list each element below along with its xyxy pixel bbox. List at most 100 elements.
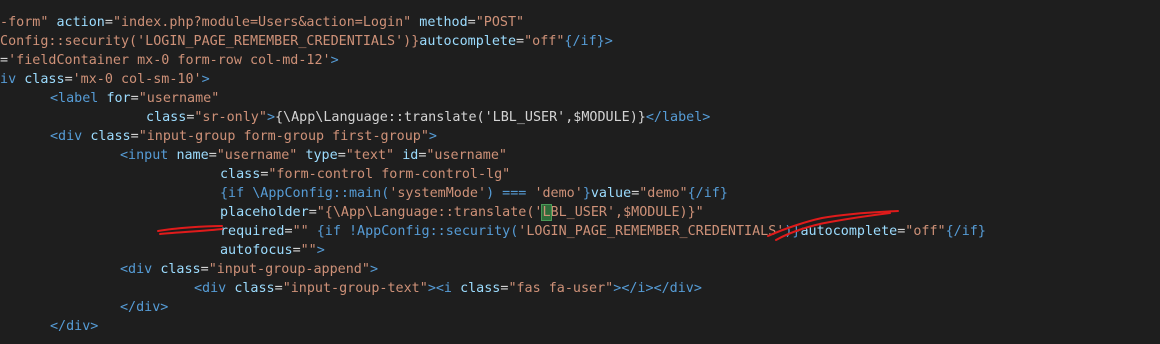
code-token: =: [208, 148, 217, 163]
code-token: 'mx-0 col-sm-10': [72, 72, 202, 87]
code-token: "input-group-text": [282, 281, 428, 296]
code-token: </i>: [621, 281, 654, 296]
code-token: placeholder: [220, 205, 309, 220]
cursor-highlight: L: [541, 204, 552, 221]
code-token: "off": [524, 34, 565, 49]
code-token: BL_USER',$MODULE)}": [550, 205, 704, 220]
code-token: =: [274, 281, 283, 296]
code-token: value: [590, 186, 632, 201]
code-line: oConfig::security('LOGIN_PAGE_REMEMBER_C…: [0, 32, 613, 51]
code-token: "input-group-append": [208, 262, 370, 277]
code-token: >: [428, 129, 437, 144]
code-line: s='fieldContainer mx-0 form-row col-md-1…: [0, 51, 339, 70]
code-line: m-form" action="index.php?module=Users&a…: [0, 13, 524, 32]
code-line: class="sr-only">{\App\Language::translat…: [146, 108, 710, 127]
code-line: <div class="input-group-append">: [120, 260, 378, 279]
code-line: placeholder="{\App\Language::translate('…: [220, 203, 704, 222]
code-token: class: [24, 72, 65, 87]
code-token: =: [292, 243, 301, 258]
code-token: class: [146, 110, 187, 125]
code-token: 'systemMode': [389, 186, 487, 201]
code-token: "demo": [639, 186, 688, 201]
code-token: oConfig::security('LOGIN_PAGE_REMEMBER_C…: [0, 34, 420, 49]
code-line: required="" {if !AppConfig::security('LO…: [220, 222, 986, 241]
code-token: "text": [345, 148, 395, 163]
code-token: >: [369, 262, 378, 277]
code-editor[interactable]: m-form" action="index.php?module=Users&a…: [0, 0, 1160, 344]
code-token: 'LOGIN_PAGE_REMEMBER_CREDENTIALS': [518, 224, 785, 239]
code-token: {/if}: [687, 186, 728, 201]
code-token: "username": [426, 148, 507, 163]
code-token: id: [402, 148, 419, 163]
code-token: =: [130, 91, 139, 106]
code-token: method: [419, 15, 468, 30]
code-token: "": [292, 224, 309, 239]
code-token: "form-control form-control-lg": [268, 167, 511, 182]
code-line: class="form-control form-control-lg": [220, 165, 510, 184]
code-token: </label>: [645, 110, 711, 125]
code-token: class: [90, 129, 131, 144]
code-token: >: [330, 53, 339, 68]
code-token: =: [200, 262, 209, 277]
code-line: autofocus="">: [220, 241, 325, 260]
code-token: autofocus: [220, 243, 293, 258]
code-token: =: [516, 34, 525, 49]
code-token: class: [220, 167, 261, 182]
code-token: }: [582, 186, 591, 201]
code-token: <div: [50, 129, 83, 144]
code-token: >: [427, 281, 436, 296]
code-token: =: [308, 205, 317, 220]
code-token: >: [266, 110, 275, 125]
code-token: class: [160, 262, 201, 277]
code-token: )}: [784, 224, 801, 239]
code-line: </div>: [50, 317, 98, 336]
code-token: {if !AppConfig::security(: [308, 224, 519, 239]
code-line: {if \AppConfig::main('systemMode') === '…: [220, 184, 728, 203]
code-token: {\App\Language::translate('LBL_USER',$MO…: [275, 110, 646, 125]
code-token: "": [300, 243, 317, 258]
code-token: 'fieldContainer mx-0 form-row col-md-12': [8, 53, 331, 68]
code-token: class: [460, 281, 501, 296]
code-token: s=: [0, 53, 9, 68]
left-scribble-mark: [157, 225, 223, 235]
code-token: =: [467, 15, 476, 30]
code-token: autocomplete: [800, 224, 898, 239]
code-token: "POST": [475, 15, 525, 30]
code-token: <label: [50, 91, 99, 106]
code-token: name: [176, 148, 209, 163]
code-line: <div class="input-group form-group first…: [50, 127, 437, 146]
code-token: ) ===: [486, 186, 535, 201]
code-line: <div class="input-group-text"><i class="…: [194, 279, 702, 298]
code-token: 'demo': [534, 186, 583, 201]
code-token: =: [337, 148, 346, 163]
code-token: div: [0, 72, 17, 87]
code-token: autocomplete: [419, 34, 517, 49]
code-token: </div>: [120, 300, 169, 315]
code-token: "off": [905, 224, 946, 239]
code-token: "input-group form-group first-group": [138, 129, 429, 144]
code-token: m-form": [0, 15, 49, 30]
code-token: "index.php?module=Users&action=Login": [112, 15, 412, 30]
code-token: =: [104, 15, 113, 30]
code-token: action: [56, 15, 105, 30]
code-token: <div: [120, 262, 153, 277]
code-token: "{\App\Language::translate(': [316, 205, 543, 220]
code-line: div class='mx-0 col-sm-10'>: [0, 70, 210, 89]
code-token: for: [106, 91, 131, 106]
code-token: required: [220, 224, 285, 239]
code-token: </div>: [653, 281, 702, 296]
code-line: <label for="username": [50, 89, 219, 108]
code-token: </div>: [50, 319, 99, 334]
code-token: <div: [194, 281, 227, 296]
code-token: {/if}: [945, 224, 986, 239]
code-token: "username": [138, 91, 220, 106]
code-token: >: [201, 72, 210, 87]
code-line: </div>: [120, 298, 168, 317]
code-token: {if \AppConfig::main(: [220, 186, 390, 201]
code-token: "username": [216, 148, 298, 163]
code-line: <input name="username" type="text" id="u…: [120, 146, 507, 165]
code-token: "sr-only": [194, 110, 267, 125]
code-token: =: [64, 72, 73, 87]
